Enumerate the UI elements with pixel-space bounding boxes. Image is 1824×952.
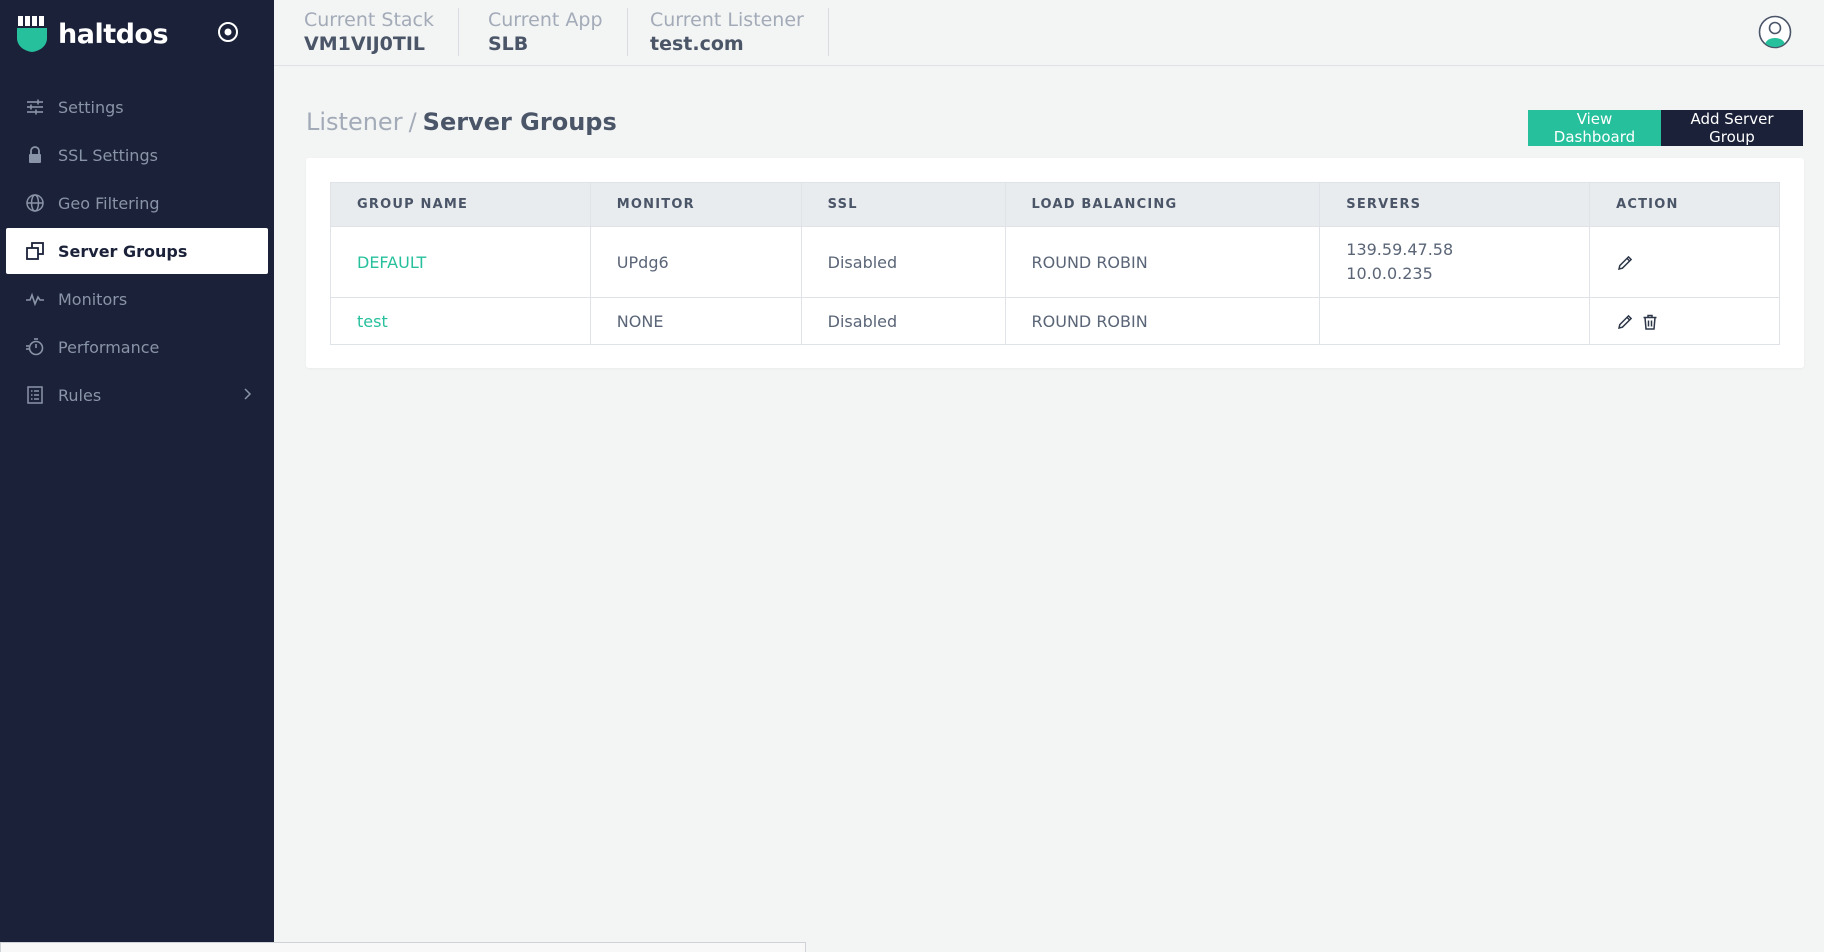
sidebar-item-label: SSL Settings: [58, 145, 158, 165]
sidebar-nav: Settings SSL Settings Geo Filtering Serv…: [0, 84, 274, 420]
sidebar-item-label: Server Groups: [58, 241, 188, 261]
server-groups-icon: [24, 240, 46, 262]
globe-icon: [24, 192, 46, 214]
breadcrumb-parent[interactable]: Listener: [306, 108, 403, 136]
current-stack[interactable]: Current Stack VM1VIJ0TIL: [304, 8, 460, 56]
sidebar-item-ssl-settings[interactable]: SSL Settings: [6, 132, 268, 178]
monitor-cell: UPdg6: [589, 226, 802, 298]
sidebar-item-monitors[interactable]: Monitors: [6, 276, 268, 322]
sidebar-item-label: Performance: [58, 337, 160, 357]
column-header-monitor[interactable]: MONITOR: [589, 182, 802, 227]
edit-icon[interactable]: [1616, 313, 1634, 331]
server-ip: 10.0.0.235: [1346, 264, 1433, 283]
trash-icon[interactable]: [1641, 313, 1659, 331]
servers-cell: [1319, 297, 1591, 345]
brand-name: haltdos: [58, 18, 169, 50]
sliders-icon: [24, 96, 46, 118]
load-balancing-cell: ROUND ROBIN: [1004, 297, 1321, 345]
pulse-icon: [24, 288, 46, 310]
view-dashboard-button[interactable]: View Dashboard: [1528, 110, 1661, 146]
breadcrumb: Listener / Server Groups: [306, 108, 617, 136]
edit-icon[interactable]: [1616, 254, 1634, 272]
breadcrumb-separator: /: [408, 108, 417, 136]
column-header-ssl[interactable]: SSL: [800, 182, 1006, 227]
load-balancing-cell: ROUND ROBIN: [1004, 226, 1321, 298]
table-row: DEFAULT UPdg6 Disabled ROUND ROBIN 139.5…: [330, 226, 1780, 298]
current-listener-label: Current Listener: [650, 9, 804, 31]
server-groups-card: GROUP NAME MONITOR SSL LOAD BALANCING SE…: [306, 158, 1804, 368]
group-name-link[interactable]: test: [357, 312, 388, 331]
table-row: test NONE Disabled ROUND ROBIN: [330, 297, 1780, 345]
servers-cell: 139.59.47.58 10.0.0.235: [1319, 226, 1591, 298]
browser-status-bar: [0, 942, 806, 952]
lock-icon: [24, 144, 46, 166]
action-cell: [1589, 297, 1780, 345]
column-header-action: ACTION: [1589, 182, 1780, 227]
chevron-right-icon: [244, 388, 252, 400]
stopwatch-icon: [24, 336, 46, 358]
group-name-cell: test: [330, 297, 591, 345]
current-stack-value: VM1VIJ0TIL: [304, 33, 426, 55]
current-listener[interactable]: Current Listener test.com: [640, 8, 829, 56]
target-icon[interactable]: [216, 20, 240, 44]
current-app-value: SLB: [488, 33, 529, 55]
group-name-cell: DEFAULT: [330, 226, 591, 298]
column-header-servers[interactable]: SERVERS: [1319, 182, 1591, 227]
sidebar-item-performance[interactable]: Performance: [6, 324, 268, 370]
ssl-cell: Disabled: [800, 226, 1006, 298]
action-cell: [1589, 226, 1780, 298]
add-server-group-button[interactable]: Add Server Group: [1661, 110, 1803, 146]
current-stack-label: Current Stack: [304, 9, 435, 31]
page-title: Server Groups: [422, 108, 617, 136]
sidebar: haltdos Settings SSL Settings Geo Filter…: [0, 0, 274, 952]
sidebar-item-label: Monitors: [58, 289, 128, 309]
column-header-group-name[interactable]: GROUP NAME: [330, 182, 591, 227]
list-icon: [24, 384, 46, 406]
top-header: Current Stack VM1VIJ0TIL Current App SLB…: [274, 0, 1824, 66]
server-groups-table: GROUP NAME MONITOR SSL LOAD BALANCING SE…: [330, 182, 1780, 345]
table-header-row: GROUP NAME MONITOR SSL LOAD BALANCING SE…: [330, 182, 1780, 227]
sidebar-item-rules[interactable]: Rules: [6, 372, 268, 418]
sidebar-item-label: Rules: [58, 385, 102, 405]
sidebar-item-label: Settings: [58, 97, 124, 117]
column-header-load-balancing[interactable]: LOAD BALANCING: [1004, 182, 1321, 227]
sidebar-item-label: Geo Filtering: [58, 193, 160, 213]
sidebar-item-geo-filtering[interactable]: Geo Filtering: [6, 180, 268, 226]
server-ip: 139.59.47.58: [1346, 240, 1454, 259]
current-app-label: Current App: [488, 9, 603, 31]
group-name-link[interactable]: DEFAULT: [357, 253, 426, 272]
current-app[interactable]: Current App SLB: [478, 8, 628, 56]
sidebar-item-settings[interactable]: Settings: [6, 84, 268, 130]
ssl-cell: Disabled: [800, 297, 1006, 345]
monitor-cell: NONE: [589, 297, 802, 345]
brand[interactable]: haltdos: [16, 14, 169, 54]
user-avatar-icon[interactable]: [1758, 15, 1792, 49]
sidebar-item-server-groups[interactable]: Server Groups: [6, 228, 268, 274]
current-listener-value: test.com: [650, 33, 744, 55]
haltdos-logo-icon: [17, 16, 47, 52]
